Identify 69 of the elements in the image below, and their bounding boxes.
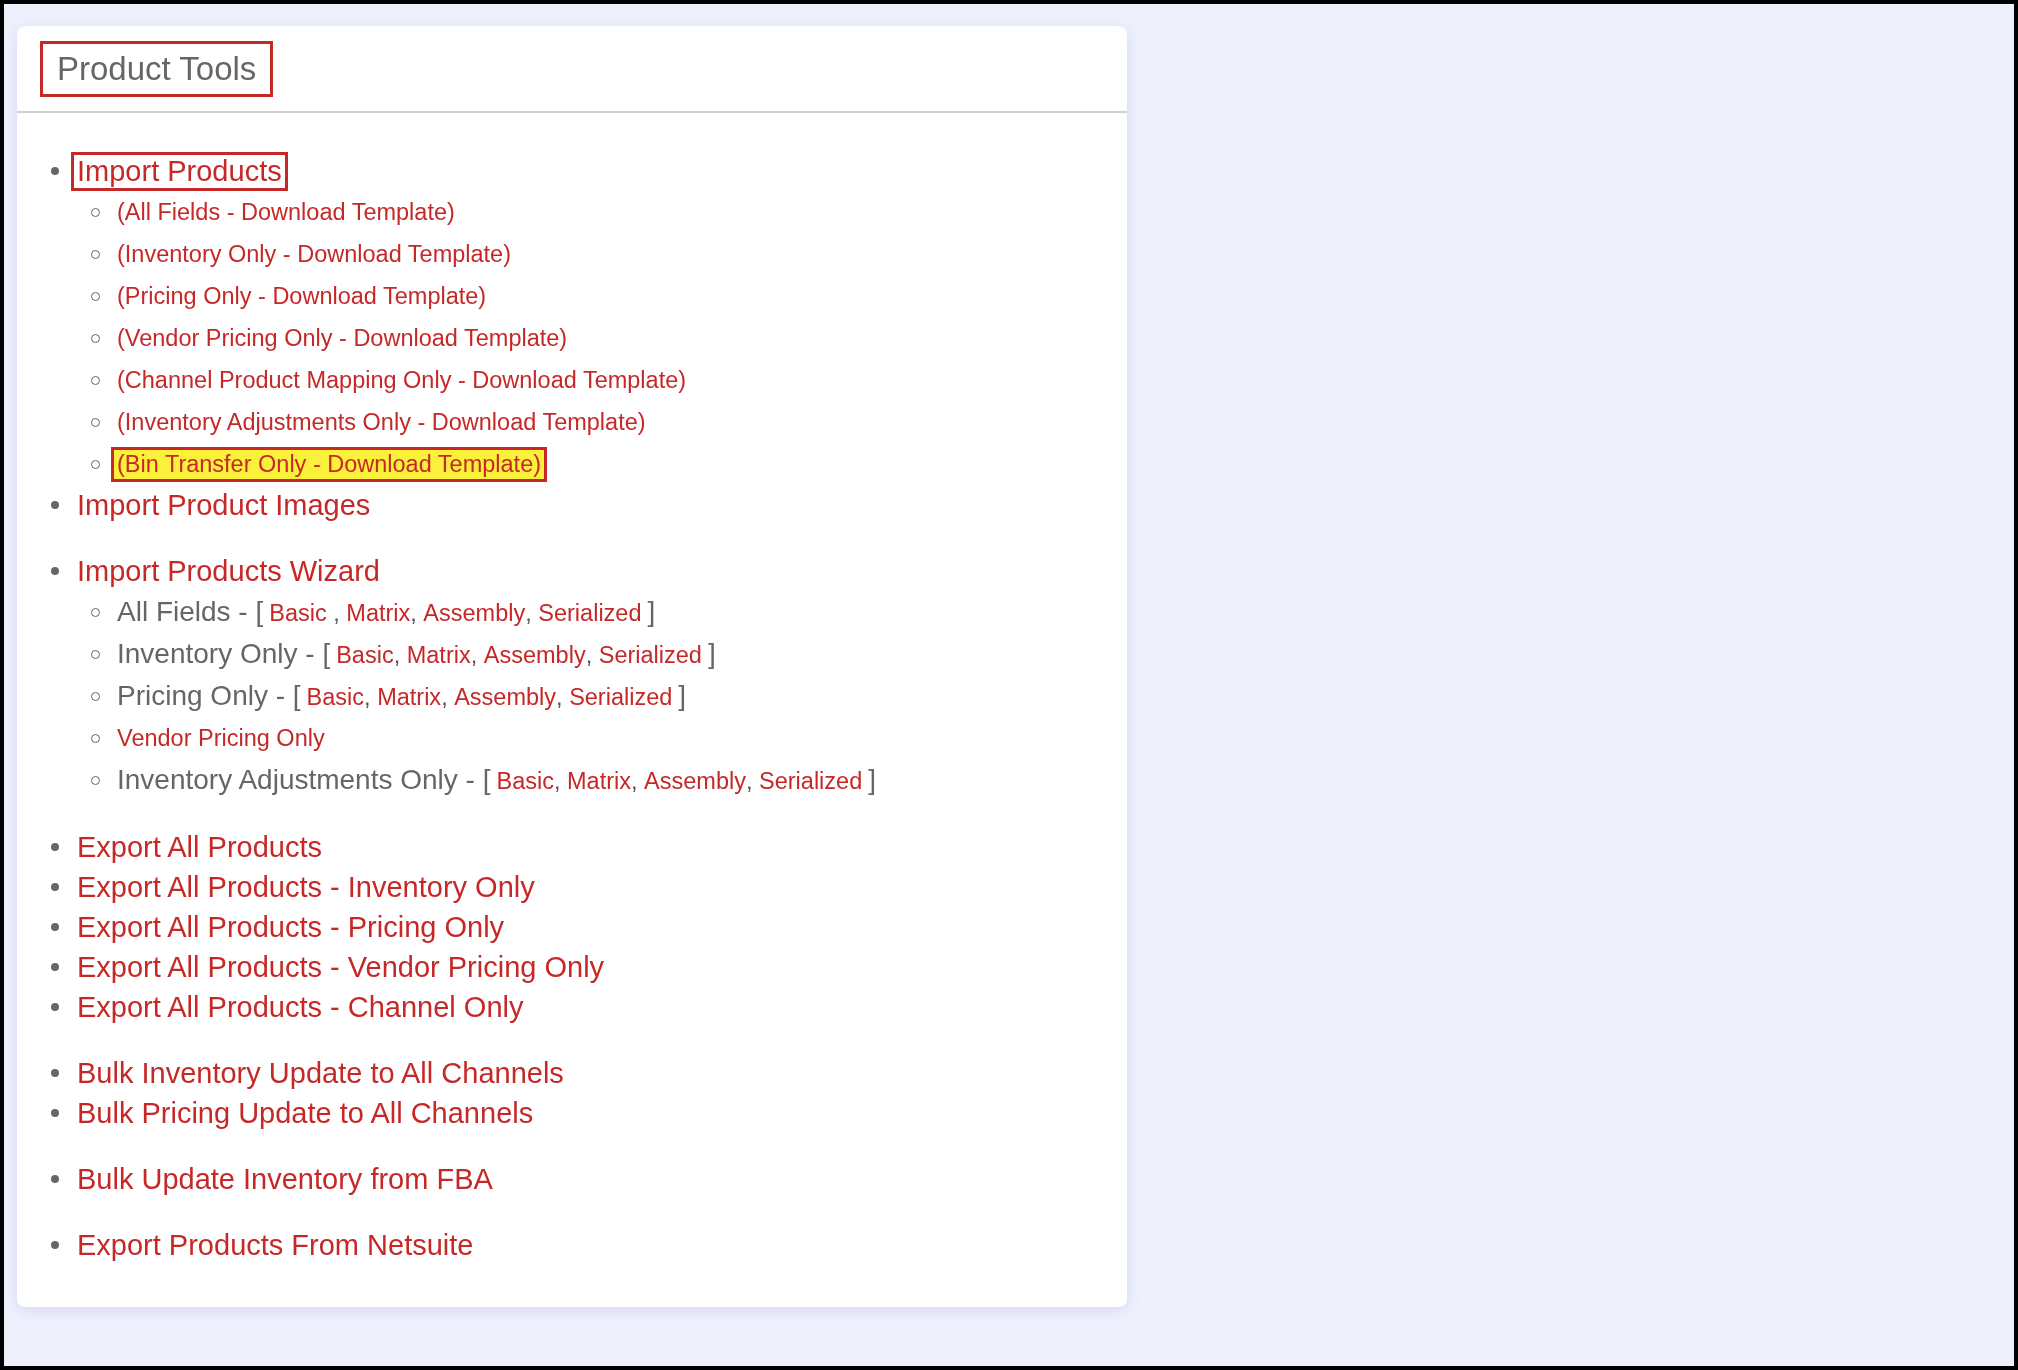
tool-link[interactable]: Import Product Images <box>71 485 377 525</box>
separator-text: , <box>393 642 402 669</box>
panel-title: Product Tools <box>40 40 274 97</box>
bullet-icon <box>51 843 59 851</box>
separator-text: , <box>556 684 564 711</box>
template-link[interactable]: (Inventory Adjustments Only - Download Template) <box>111 404 652 440</box>
bullet-icon <box>51 1003 59 1011</box>
separator-text: , <box>585 642 594 669</box>
wizard-label: ] <box>707 638 716 670</box>
template-link[interactable]: (All Fields - Download Template) <box>111 194 461 230</box>
bullet-icon <box>51 1241 59 1249</box>
tool-link[interactable]: Bulk Pricing Update to All Channels <box>71 1093 540 1133</box>
separator-text: , <box>470 642 479 669</box>
bullet-icon <box>51 1069 59 1077</box>
tool-link[interactable]: Export All Products <box>71 827 328 867</box>
wizard-link[interactable]: Serialized <box>538 600 642 627</box>
wizard-link[interactable]: Serialized <box>759 768 863 795</box>
separator-text: , <box>525 600 533 627</box>
wizard-label: Inventory Only - [ <box>117 638 331 670</box>
bullet-icon <box>51 883 59 891</box>
bullet-icon <box>51 1109 59 1117</box>
template-link[interactable]: (Inventory Only - Download Template) <box>111 236 517 272</box>
tool-link[interactable]: Import Products Wizard <box>71 551 386 591</box>
wizard-link[interactable]: Basic <box>306 684 365 711</box>
bullet-icon <box>51 501 59 509</box>
wizard-label: Inventory Adjustments Only - [ <box>117 764 491 796</box>
wizard-link[interactable]: Matrix <box>406 642 471 669</box>
template-link[interactable]: (Pricing Only - Download Template) <box>111 278 493 314</box>
tool-link[interactable]: Import Products <box>71 151 288 191</box>
bullet-icon <box>51 1175 59 1183</box>
bullet-icon <box>51 923 59 931</box>
separator-text: , <box>441 684 449 711</box>
tool-link[interactable]: Export All Products - Vendor Pricing Only <box>71 947 611 987</box>
wizard-link[interactable]: Serialized <box>598 642 702 669</box>
separator-text: , <box>745 768 754 795</box>
wizard-label: ] <box>868 764 876 796</box>
bullet-icon <box>51 567 59 575</box>
template-link[interactable]: (Vendor Pricing Only - Download Template) <box>111 320 574 356</box>
tool-link[interactable]: Bulk Inventory Update to All Channels <box>71 1053 570 1093</box>
separator-text: , <box>631 768 639 795</box>
wizard-label: ] <box>678 680 687 712</box>
bullet-icon <box>51 167 59 175</box>
separator-text: , <box>364 684 372 711</box>
wizard-link[interactable]: Assembly <box>644 768 746 795</box>
wizard-label: Pricing Only - [ <box>117 680 301 712</box>
wizard-link[interactable]: Matrix <box>567 768 631 795</box>
wizard-link[interactable]: Basic <box>496 768 554 795</box>
wizard-link[interactable]: Assembly <box>483 642 586 669</box>
tool-link[interactable]: Bulk Update Inventory from FBA <box>71 1159 499 1199</box>
wizard-link[interactable]: Matrix <box>346 600 411 627</box>
wizard-link[interactable]: Assembly <box>454 684 557 711</box>
wizard-label: All Fields - [ <box>117 596 264 628</box>
wizard-link[interactable]: Basic <box>269 600 327 627</box>
separator-text: , <box>332 600 341 627</box>
template-link[interactable]: (Channel Product Mapping Only - Download Template) <box>111 362 693 398</box>
wizard-link[interactable]: Serialized <box>569 684 673 711</box>
bullet-icon <box>51 963 59 971</box>
template-link[interactable]: Vendor Pricing Only <box>111 720 331 756</box>
wizard-link[interactable]: Basic <box>336 642 394 669</box>
tool-link[interactable]: Export Products From Netsuite <box>71 1225 480 1265</box>
separator-text: , <box>553 768 562 795</box>
tool-link[interactable]: Export All Products - Channel Only <box>71 987 530 1027</box>
wizard-link[interactable]: Matrix <box>377 684 442 711</box>
template-link[interactable]: (Bin Transfer Only - Download Template) <box>111 446 548 482</box>
wizard-label: ] <box>647 596 656 628</box>
separator-text: , <box>410 600 418 627</box>
tool-link[interactable]: Export All Products - Inventory Only <box>71 867 541 907</box>
tool-link[interactable]: Export All Products - Pricing Only <box>71 907 511 947</box>
wizard-link[interactable]: Assembly <box>423 600 526 627</box>
